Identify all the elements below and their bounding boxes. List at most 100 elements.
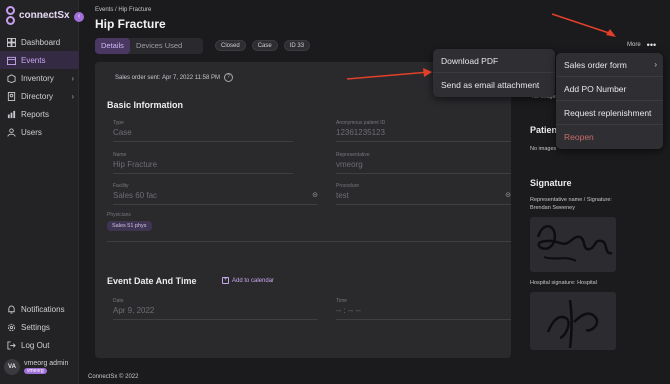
sidebar-item-inventory[interactable]: Inventory › xyxy=(0,69,79,87)
procedure-field: Procedure test ⊝ xyxy=(336,183,511,205)
help-icon[interactable]: ? xyxy=(223,73,233,82)
type-badge: Case xyxy=(251,40,278,51)
field-value: Sales 60 fac xyxy=(113,191,158,200)
dashboard-icon xyxy=(6,37,16,47)
field-value: test xyxy=(336,191,349,200)
more-dots-icon: ••• xyxy=(646,40,657,50)
page-title: Hip Fracture xyxy=(95,17,166,31)
menu-item-label: Sales order form xyxy=(564,60,627,70)
sidebar-item-label: Dashboard xyxy=(21,37,61,47)
status-chips: Closed Case ID 33 xyxy=(215,40,311,51)
sidebar-item-label: Log Out xyxy=(21,340,50,350)
gear-icon xyxy=(6,322,16,332)
chevron-right-icon: › xyxy=(71,73,74,83)
collapse-sidebar-button[interactable]: ‹ xyxy=(74,12,84,22)
add-calendar-label: Add to calendar xyxy=(232,277,275,284)
field-label: Type xyxy=(113,120,124,126)
sidebar-item-users[interactable]: Users xyxy=(0,123,79,141)
users-icon xyxy=(6,127,16,137)
field-label: Facility xyxy=(113,183,129,189)
sidebar-item-dashboard[interactable]: Dashboard xyxy=(0,33,79,51)
user-org-badge: vmeorg xyxy=(24,368,47,374)
reopen-item[interactable]: Reopen xyxy=(556,125,663,149)
add-to-calendar-button[interactable]: + Add to calendar xyxy=(222,277,274,284)
name-field: Name Hip Fracture xyxy=(113,152,293,174)
time-field: Time -- : -- -- xyxy=(336,298,511,320)
field-label: Date xyxy=(113,298,124,304)
sidebar-item-label: Reports xyxy=(21,109,50,119)
bell-icon xyxy=(6,304,16,314)
sidebar-item-settings[interactable]: Settings xyxy=(0,318,79,336)
brand-sub: MED DEVICE xyxy=(32,14,57,19)
user-info: vmeorg admin vmeorg xyxy=(24,360,68,374)
chevron-right-icon: › xyxy=(654,60,657,69)
event-date-title: Event Date And Time xyxy=(107,276,197,286)
field-value: 12361235123 xyxy=(336,128,385,137)
date-field: Date Apr 9, 2022 xyxy=(113,298,318,320)
footer: ConnectSx © 2022 xyxy=(88,374,139,380)
patient-id-field: Anonymous patient ID 12361235123 xyxy=(336,120,511,142)
field-value: vmeorg xyxy=(336,160,363,169)
patient-section-title: Patien xyxy=(530,125,558,135)
link-icon[interactable]: ⊝ xyxy=(505,191,511,199)
add-po-number-item[interactable]: Add PO Number xyxy=(556,77,663,101)
sidebar-item-label: Settings xyxy=(21,322,50,332)
logout-icon xyxy=(6,340,16,350)
sidebar-item-label: Directory xyxy=(21,91,54,101)
contacts-icon xyxy=(6,91,16,101)
chevron-right-icon: › xyxy=(71,91,74,101)
more-label: More xyxy=(627,42,641,48)
rep-name: Brendan Sweeney xyxy=(530,205,575,211)
plus-icon: + xyxy=(222,277,229,284)
field-value: Hip Fracture xyxy=(113,160,158,169)
representative-signature xyxy=(530,217,616,272)
more-button[interactable]: More ••• xyxy=(627,40,657,50)
sidebar-item-label: Inventory xyxy=(21,73,54,83)
sidebar-bottom-nav: Notifications Settings Log Out xyxy=(0,300,79,354)
type-field: Type Case xyxy=(113,120,293,142)
logo-mark-icon xyxy=(6,6,15,26)
hospital-signature xyxy=(530,292,616,350)
representative-field: Representative vmeorg xyxy=(336,152,511,174)
field-label: Anonymous patient ID xyxy=(336,120,386,126)
rep-signature-label: Representative name / Signature: xyxy=(530,197,612,203)
facility-field: Facility Sales 60 fac ⊝ xyxy=(113,183,318,205)
download-pdf-item[interactable]: Download PDF xyxy=(433,49,555,73)
sent-label: Sales order sent: xyxy=(115,74,161,81)
sidebar-item-events[interactable]: Events xyxy=(0,51,79,69)
no-images-text: No images xyxy=(530,146,557,152)
sidebar-item-reports[interactable]: Reports xyxy=(0,105,79,123)
physician-tag[interactable]: Sales 51 phys xyxy=(107,221,152,231)
physicians-field: Physicians Sales 51 phys xyxy=(107,212,511,242)
sidebar-item-logout[interactable]: Log Out xyxy=(0,336,79,354)
request-replenishment-item[interactable]: Request replenishment xyxy=(556,101,663,125)
field-label: Name xyxy=(113,152,127,158)
status-badge: Closed xyxy=(215,40,246,51)
field-value: Case xyxy=(113,128,132,137)
field-label: Time xyxy=(336,298,347,304)
sidebar-item-label: Users xyxy=(21,127,42,137)
sidebar-item-directory[interactable]: Directory › xyxy=(0,87,79,105)
sidebar-item-notifications[interactable]: Notifications xyxy=(0,300,79,318)
avatar: VA xyxy=(4,359,20,375)
field-label: Physicians xyxy=(107,212,131,218)
sales-order-form-item[interactable]: Sales order form › xyxy=(556,53,663,77)
box-icon xyxy=(6,73,16,83)
id-badge: ID 33 xyxy=(283,40,311,51)
user-profile[interactable]: VA vmeorg admin vmeorg xyxy=(4,359,68,375)
basic-info-title: Basic Information xyxy=(107,100,184,110)
send-email-attachment-item[interactable]: Send as email attachment xyxy=(433,73,555,97)
sidebar-nav: Dashboard Events Inventory › Directory ›… xyxy=(0,33,79,141)
signature-title: Signature xyxy=(530,178,572,188)
link-icon[interactable]: ⊝ xyxy=(312,191,318,199)
field-label: Procedure xyxy=(336,183,360,189)
sent-value: Apr 7, 2022 11:58 PM xyxy=(162,74,220,81)
chart-icon xyxy=(6,109,16,119)
field-label: Representative xyxy=(336,152,370,158)
calendar-icon xyxy=(6,55,16,65)
tab-devices-used[interactable]: Devices Used xyxy=(130,38,188,54)
breadcrumb[interactable]: Events / Hip Fracture xyxy=(95,7,151,13)
field-value: -- : -- -- xyxy=(336,306,361,315)
details-card: Sales order sent: Apr 7, 2022 11:58 PM ?… xyxy=(95,62,511,358)
tab-details[interactable]: Details xyxy=(95,38,130,54)
